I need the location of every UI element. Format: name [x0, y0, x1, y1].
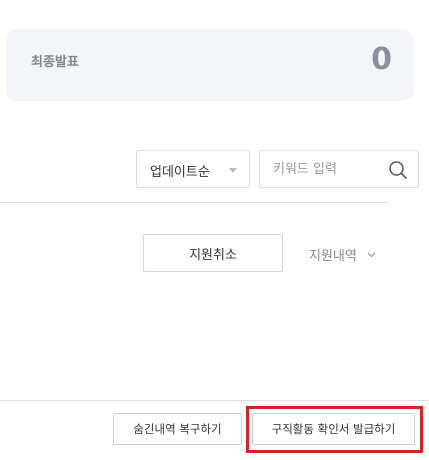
caret-down-icon [229, 168, 237, 173]
sort-select[interactable]: 업데이트순 [136, 150, 250, 188]
keyword-search [259, 150, 419, 188]
search-icon[interactable] [388, 160, 408, 180]
keyword-search-input[interactable] [261, 152, 379, 186]
sort-selected-value: 업데이트순 [150, 165, 210, 180]
final-announcement-count: 0 [371, 42, 392, 77]
final-announcement-label: 최종발표 [31, 55, 79, 70]
page: 최종발표 0 업데이트순 지원취소 지원내역 숨긴내역 복구하기 구직활동 확인… [0, 0, 429, 460]
chevron-down-icon [367, 252, 376, 258]
application-details-label: 지원내역 [309, 249, 357, 264]
cancel-application-button[interactable]: 지원취소 [143, 234, 283, 272]
filter-divider [0, 202, 388, 203]
issue-job-search-certificate-button[interactable]: 구직활동 확인서 발급하기 [252, 413, 415, 445]
footer-divider [0, 400, 429, 401]
restore-hidden-button[interactable]: 숨긴내역 복구하기 [113, 413, 242, 445]
final-announcement-card: 최종발표 0 [6, 29, 414, 101]
application-details-toggle[interactable]: 지원내역 [309, 245, 376, 264]
